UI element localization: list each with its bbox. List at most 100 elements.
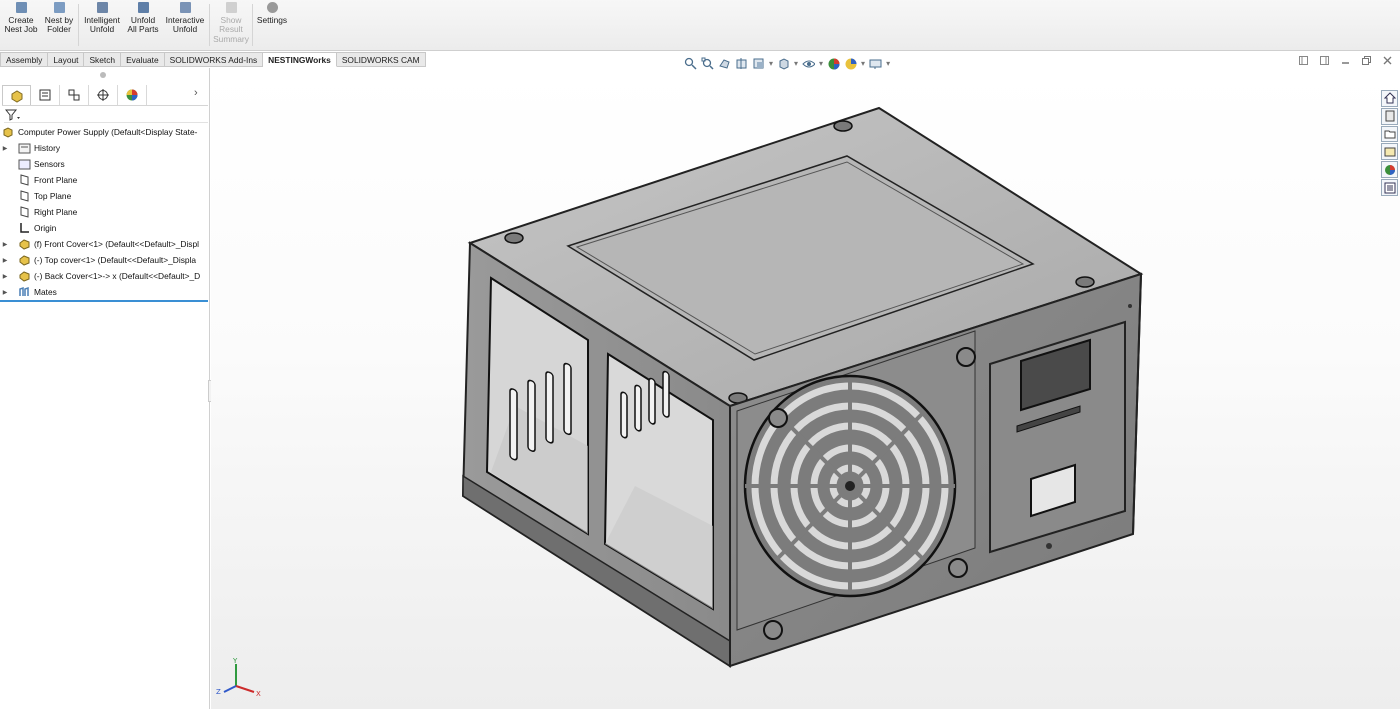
settings-button[interactable]: Settings <box>255 2 289 48</box>
tab-layout[interactable]: Layout <box>48 52 85 67</box>
unfold-all-parts-button[interactable]: Unfold All Parts <box>125 2 161 48</box>
plane-icon <box>18 190 31 202</box>
zoom-to-fit-icon[interactable] <box>684 57 697 70</box>
tab-solidworks-addins[interactable]: SOLIDWORKS Add-Ins <box>164 52 264 67</box>
part-icon <box>18 270 31 282</box>
view-palette-icon <box>1384 147 1395 157</box>
tree-item-top-plane[interactable]: Top Plane <box>0 188 208 204</box>
view-palette-tab[interactable] <box>1381 143 1398 161</box>
command-tabs: Assembly Layout Sketch Evaluate SOLIDWOR… <box>0 52 435 68</box>
custom-properties-tab[interactable] <box>1381 179 1398 196</box>
svg-text:Z: Z <box>216 688 221 696</box>
nest-folder-icon <box>53 2 65 13</box>
tree-root-assembly[interactable]: Computer Power Supply (Default<Display S… <box>2 124 210 140</box>
configurationmanager-icon <box>68 89 80 101</box>
power-supply-3d-model[interactable] <box>455 106 1150 670</box>
file-explorer-tab[interactable] <box>1381 125 1398 143</box>
gear-icon <box>266 2 278 13</box>
edit-appearance-icon[interactable] <box>827 57 840 70</box>
dimxpert-tab[interactable] <box>89 85 118 105</box>
close-icon[interactable] <box>1383 56 1392 65</box>
view-settings-icon[interactable] <box>869 57 882 70</box>
tab-assembly[interactable]: Assembly <box>0 52 49 67</box>
command-manager-ribbon: Create Nest Job Nest by Folder Intellige… <box>0 0 1400 51</box>
tree-item-label: Origin <box>34 223 57 233</box>
minimize-icon[interactable] <box>1341 56 1350 65</box>
task-pane-tabs <box>1381 90 1399 196</box>
chevron-right-icon[interactable]: › <box>194 87 198 99</box>
assembly-icon <box>2 126 15 138</box>
tab-nestingworks[interactable]: NESTINGWorks <box>263 52 337 67</box>
previous-view-icon[interactable] <box>718 57 731 70</box>
properties-list-icon <box>1384 182 1395 194</box>
chevron-down-icon[interactable]: ▾ <box>794 59 798 68</box>
tree-item-label: Mates <box>34 287 57 297</box>
tab-evaluate[interactable]: Evaluate <box>121 52 165 67</box>
tree-item-front-plane[interactable]: Front Plane <box>0 172 208 188</box>
zoom-to-area-icon[interactable] <box>701 57 714 70</box>
restore-icon[interactable] <box>1362 56 1371 65</box>
appearance-ball-icon <box>1384 164 1395 175</box>
button-label: Folder <box>47 24 71 35</box>
featuremanager-tab[interactable] <box>2 85 31 105</box>
svg-text:Y: Y <box>232 657 238 665</box>
tree-item-right-plane[interactable]: Right Plane <box>0 204 208 220</box>
tree-rollback-bar[interactable] <box>0 300 208 302</box>
displaymanager-tab[interactable] <box>118 85 147 105</box>
expand-arrow-icon[interactable]: ▶ <box>0 241 10 248</box>
tree-item-sensors[interactable]: Sensors <box>0 156 208 172</box>
chevron-down-icon[interactable]: ▾ <box>819 59 823 68</box>
crosshair-icon <box>97 89 109 101</box>
chevron-down-icon[interactable]: ▾ <box>886 59 890 68</box>
button-label: Unfold <box>172 24 198 35</box>
interactive-unfold-icon <box>179 2 191 13</box>
apply-scene-icon[interactable] <box>844 57 857 70</box>
result-summary-icon <box>225 2 237 13</box>
appearances-tab[interactable] <box>1381 161 1398 179</box>
view-orientation-icon[interactable] <box>777 57 790 70</box>
design-library-tab[interactable] <box>1381 107 1398 125</box>
tree-item-back-cover[interactable]: ▶ (-) Back Cover<1>-> x (Default<<Defaul… <box>0 268 208 284</box>
tab-solidworks-cam[interactable]: SOLIDWORKS CAM <box>336 52 426 67</box>
create-nest-job-icon <box>15 2 27 13</box>
tree-item-mates[interactable]: ▶ Mates <box>0 284 208 300</box>
plane-icon <box>18 206 31 218</box>
tree-item-origin[interactable]: Origin <box>0 220 208 236</box>
viewport-window-controls <box>1299 56 1392 65</box>
tile-vertical-icon[interactable] <box>1320 56 1329 65</box>
show-result-summary-button[interactable]: Show Result Summary <box>211 2 251 48</box>
interactive-unfold-button[interactable]: Interactive Unfold <box>163 2 207 48</box>
chevron-down-icon[interactable]: ▾ <box>861 59 865 68</box>
chevron-down-icon[interactable]: ▾ <box>769 59 773 68</box>
origin-icon <box>18 222 31 234</box>
tree-item-history[interactable]: ▶ History <box>0 140 208 156</box>
solidworks-resources-tab[interactable] <box>1381 90 1398 107</box>
expand-arrow-icon[interactable]: ▶ <box>0 145 10 152</box>
intelligent-unfold-icon <box>96 2 108 13</box>
feature-manager-panel: › Computer Power Supply (Default<Display… <box>0 68 210 709</box>
tile-horizontal-icon[interactable] <box>1299 56 1308 65</box>
tab-sketch[interactable]: Sketch <box>84 52 122 67</box>
tree-item-front-cover[interactable]: ▶ (f) Front Cover<1> (Default<<Default>_… <box>0 236 208 252</box>
panel-grip[interactable] <box>100 72 106 78</box>
section-view-icon[interactable] <box>735 57 748 70</box>
tree-item-label: Front Plane <box>34 175 78 185</box>
create-nest-job-button[interactable]: Create Nest Job <box>3 2 39 48</box>
expand-arrow-icon[interactable]: ▶ <box>0 273 10 280</box>
expand-arrow-icon[interactable]: ▶ <box>0 289 10 296</box>
expand-arrow-icon[interactable]: ▶ <box>0 257 10 264</box>
tree-item-label: Right Plane <box>34 207 78 217</box>
configurationmanager-tab[interactable] <box>60 85 89 105</box>
nest-by-folder-button[interactable]: Nest by Folder <box>42 2 76 48</box>
display-style-icon[interactable] <box>802 57 816 70</box>
design-library-icon <box>1385 110 1394 122</box>
intelligent-unfold-button[interactable]: Intelligent Unfold <box>81 2 123 48</box>
unfold-all-icon <box>137 2 149 13</box>
tree-item-top-cover[interactable]: ▶ (-) Top cover<1> (Default<<Default>_Di… <box>0 252 208 268</box>
dynamic-annotation-icon[interactable] <box>752 57 765 70</box>
tree-filter[interactable] <box>4 108 208 123</box>
propertymanager-tab[interactable] <box>31 85 60 105</box>
button-label: All Parts <box>127 24 159 35</box>
ribbon-separator <box>252 4 253 46</box>
mates-icon <box>18 286 31 298</box>
